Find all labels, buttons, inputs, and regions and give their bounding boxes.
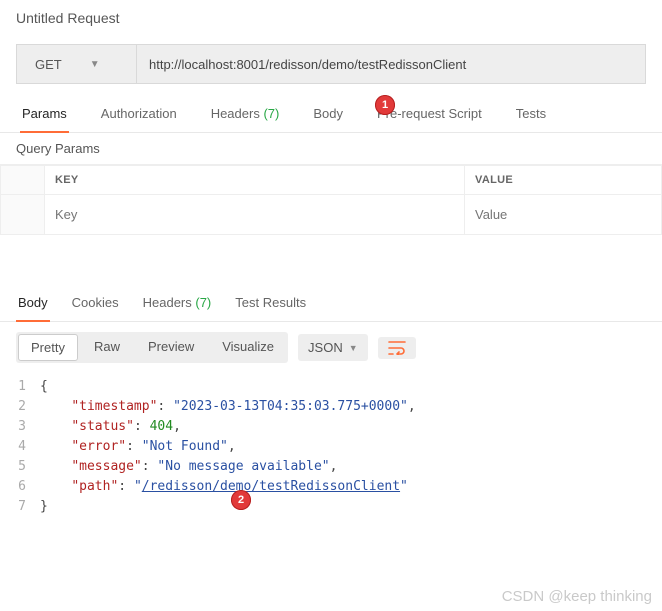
chevron-down-icon: ▼ [90, 59, 100, 70]
resp-tab-testresults[interactable]: Test Results [233, 285, 308, 322]
response-body-code[interactable]: 1{ 2 "timestamp": "2023-03-13T04:35:03.7… [0, 373, 662, 517]
view-visualize[interactable]: Visualize [208, 332, 288, 363]
method-label: GET [35, 57, 62, 72]
tab-body[interactable]: Body [311, 96, 345, 133]
col-value: VALUE [465, 166, 662, 195]
value-input[interactable] [465, 195, 661, 234]
table-row [1, 195, 662, 235]
format-label: JSON [308, 340, 343, 355]
watermark: CSDN @keep thinking [502, 588, 652, 605]
view-mode-group: Pretty Raw Preview Visualize [16, 332, 288, 363]
tab-tests[interactable]: Tests [514, 96, 548, 133]
wrap-icon [388, 341, 406, 355]
annotation-2: 2 [231, 490, 251, 510]
resp-tab-body[interactable]: Body [16, 285, 50, 322]
resp-tab-headers-label: Headers [143, 295, 192, 310]
tab-authorization[interactable]: Authorization [99, 96, 179, 133]
tab-headers-count: (7) [263, 106, 279, 121]
col-key: KEY [45, 166, 465, 195]
response-toolbar: Pretty Raw Preview Visualize JSON ▼ [0, 322, 662, 373]
view-raw[interactable]: Raw [80, 332, 134, 363]
request-title: Untitled Request [0, 0, 662, 36]
annotation-1: 1 [375, 95, 395, 115]
query-params-label: Query Params [0, 133, 662, 165]
view-pretty[interactable]: Pretty [18, 334, 78, 361]
key-input[interactable] [45, 195, 464, 234]
params-table: KEY VALUE [0, 165, 662, 235]
tab-params[interactable]: Params [20, 96, 69, 133]
wrap-lines-button[interactable] [378, 337, 416, 359]
request-url-bar: GET ▼ [16, 44, 646, 84]
method-select[interactable]: GET ▼ [17, 45, 137, 83]
resp-tab-cookies[interactable]: Cookies [70, 285, 121, 322]
chevron-down-icon: ▼ [349, 343, 358, 353]
tab-headers[interactable]: Headers (7) [209, 96, 282, 133]
url-input[interactable] [137, 45, 645, 83]
tab-headers-label: Headers [211, 106, 260, 121]
response-tabs: Body Cookies Headers (7) Test Results [0, 285, 662, 322]
view-preview[interactable]: Preview [134, 332, 208, 363]
format-select[interactable]: JSON ▼ [298, 334, 368, 361]
resp-tab-headers[interactable]: Headers (7) [141, 285, 214, 322]
request-tabs: Params Authorization Headers (7) Body Pr… [0, 96, 662, 133]
resp-tab-headers-count: (7) [195, 295, 211, 310]
